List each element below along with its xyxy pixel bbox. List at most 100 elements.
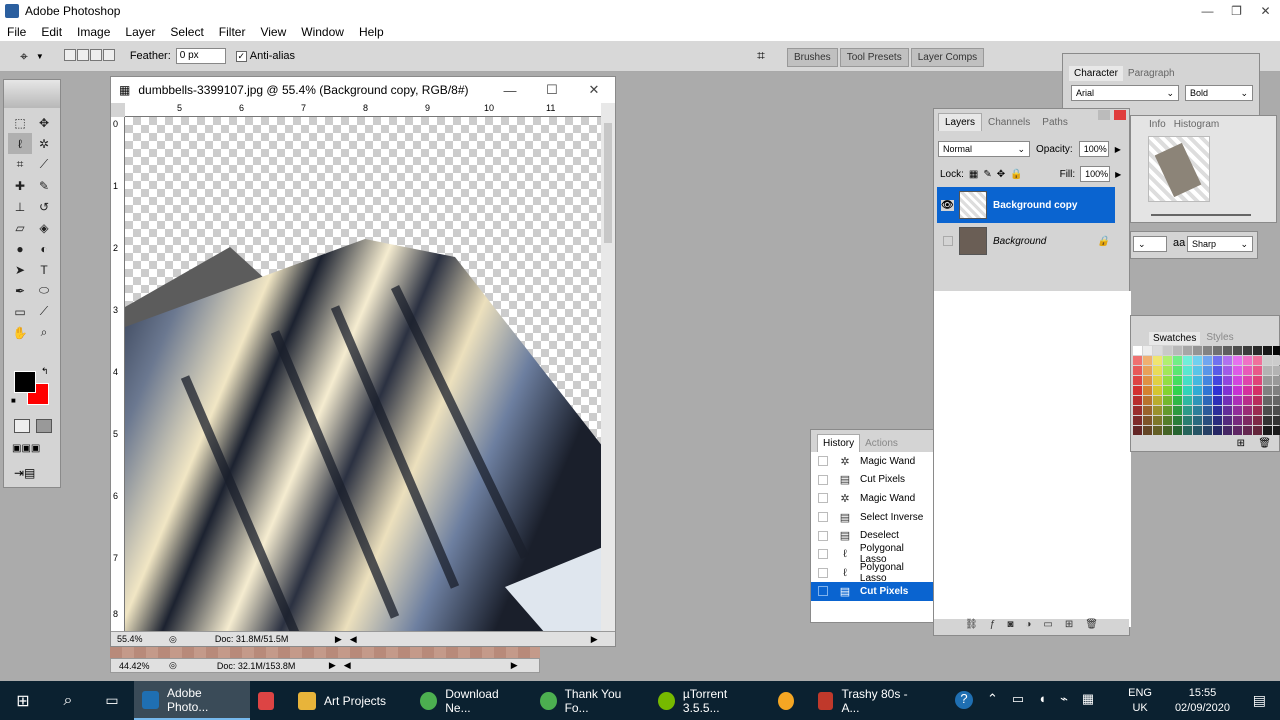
blend-mode-select[interactable]: Normal ⌄: [938, 141, 1030, 157]
menu-edit[interactable]: Edit: [34, 25, 70, 39]
color-swatch[interactable]: [1163, 346, 1172, 355]
color-swatch[interactable]: [1233, 406, 1242, 415]
color-swatch[interactable]: [1253, 366, 1262, 375]
color-swatch[interactable]: [1243, 396, 1252, 405]
color-swatch[interactable]: [1253, 356, 1262, 365]
color-swatch[interactable]: [1253, 386, 1262, 395]
antialias-checkbox[interactable]: ✓: [235, 50, 247, 62]
color-swatch[interactable]: [1263, 406, 1272, 415]
tab-character[interactable]: Character: [1069, 66, 1123, 81]
color-swatch[interactable]: [1203, 386, 1212, 395]
font-style-select[interactable]: Bold ⌄: [1185, 85, 1253, 101]
zoom-level[interactable]: 55.4%: [117, 634, 157, 644]
color-swatch[interactable]: [1183, 346, 1192, 355]
standard-mode-icon[interactable]: [14, 419, 30, 433]
menu-image[interactable]: Image: [70, 25, 118, 39]
color-swatch[interactable]: [1213, 366, 1222, 375]
swatch-grid[interactable]: [1133, 346, 1280, 435]
color-swatch[interactable]: [1223, 356, 1232, 365]
menu-help[interactable]: Help: [352, 25, 392, 39]
color-swatch[interactable]: [1203, 426, 1212, 435]
scroll-thumb[interactable]: [604, 123, 612, 243]
color-swatch[interactable]: [1183, 396, 1192, 405]
keyboard-icon[interactable]: ▦: [1082, 691, 1094, 709]
battery-icon[interactable]: ▭: [1012, 691, 1024, 709]
taskbar-item[interactable]: Trashy 80s - A...: [810, 681, 924, 720]
color-swatch[interactable]: [1203, 376, 1212, 385]
doc-minimize-button[interactable]: —: [489, 77, 531, 103]
color-swatch[interactable]: [1203, 416, 1212, 425]
history-item-selected[interactable]: ▤ Cut Pixels: [811, 582, 933, 601]
tab-paths[interactable]: Paths: [1036, 114, 1074, 131]
color-swatch[interactable]: [1133, 406, 1142, 415]
adjustment-layer-icon[interactable]: ◑: [1025, 619, 1031, 635]
dodge-tool-icon[interactable]: ◐: [32, 238, 56, 259]
menu-window[interactable]: Window: [294, 25, 352, 39]
layer-name[interactable]: Background copy: [993, 200, 1077, 211]
tab-layers[interactable]: Layers: [938, 113, 983, 131]
status-menu-icon[interactable]: ◎: [169, 634, 177, 645]
panel-minimize-button[interactable]: [1098, 110, 1110, 120]
color-swatch[interactable]: [1193, 386, 1202, 395]
color-swatch[interactable]: [1233, 346, 1242, 355]
color-swatch[interactable]: [1193, 356, 1202, 365]
color-swatch[interactable]: [1143, 376, 1152, 385]
color-swatch[interactable]: [1273, 346, 1280, 355]
leading-select[interactable]: ⌄: [1133, 236, 1167, 252]
crop-tool-icon[interactable]: ⌗: [8, 154, 32, 175]
menu-view[interactable]: View: [253, 25, 294, 39]
color-swatch[interactable]: [1163, 356, 1172, 365]
color-swatch[interactable]: [1243, 356, 1252, 365]
color-swatch[interactable]: [1183, 356, 1192, 365]
menu-filter[interactable]: Filter: [212, 25, 254, 39]
color-swatch[interactable]: [1193, 426, 1202, 435]
fill-input[interactable]: 100%: [1080, 166, 1111, 182]
color-swatch[interactable]: [1133, 426, 1142, 435]
color-swatch[interactable]: [1203, 406, 1212, 415]
tab-styles[interactable]: Styles: [1206, 332, 1233, 345]
history-item[interactable]: ✲ Magic Wand: [811, 489, 933, 508]
lock-transparency-icon[interactable]: ▦: [969, 169, 978, 180]
color-swatch[interactable]: [1243, 406, 1252, 415]
color-swatch[interactable]: [1173, 356, 1182, 365]
zoom-slider[interactable]: [1151, 214, 1251, 216]
panel-close-button[interactable]: [1114, 110, 1126, 120]
color-swatch[interactable]: [1183, 406, 1192, 415]
color-swatch[interactable]: [1173, 386, 1182, 395]
history-item[interactable]: ℓ Polygonal Lasso: [811, 562, 933, 584]
opacity-arrow-icon[interactable]: ▶: [1115, 145, 1121, 154]
color-swatch[interactable]: [1143, 406, 1152, 415]
vertical-scrollbar[interactable]: [601, 103, 615, 633]
color-swatch[interactable]: [1263, 396, 1272, 405]
color-swatch[interactable]: [1143, 356, 1152, 365]
color-swatch[interactable]: [1143, 416, 1152, 425]
tab-info[interactable]: Info: [1149, 119, 1166, 130]
color-swatch[interactable]: [1143, 366, 1152, 375]
layer-mask-icon[interactable]: ◙: [1007, 619, 1013, 635]
color-swatch[interactable]: [1273, 376, 1280, 385]
network-icon[interactable]: ⌁: [1060, 691, 1068, 709]
antialias-select[interactable]: Sharp ⌄: [1187, 236, 1253, 252]
new-selection-icon[interactable]: [63, 48, 76, 61]
taskbar-item[interactable]: Download Ne...: [412, 681, 532, 720]
color-swatch[interactable]: [1153, 366, 1162, 375]
color-swatch[interactable]: [1253, 406, 1262, 415]
color-swatch[interactable]: [1213, 396, 1222, 405]
color-swatch[interactable]: [1233, 386, 1242, 395]
marquee-tool-icon[interactable]: ⬚: [8, 112, 32, 133]
navigator-thumbnail[interactable]: [1148, 136, 1210, 202]
color-swatch[interactable]: [1183, 376, 1192, 385]
visibility-eye-icon[interactable]: 👁: [941, 199, 954, 211]
color-swatch[interactable]: [1163, 396, 1172, 405]
subtract-selection-icon[interactable]: [89, 48, 102, 61]
start-button[interactable]: ⊞: [0, 681, 46, 720]
lock-move-icon[interactable]: ✥: [997, 169, 1005, 180]
history-item[interactable]: ✲ Magic Wand: [811, 452, 933, 471]
jump-to-imageready-icon[interactable]: ⇥▤: [14, 466, 35, 480]
menu-layer[interactable]: Layer: [118, 25, 163, 39]
color-swatch[interactable]: [1213, 356, 1222, 365]
color-swatch[interactable]: [1243, 346, 1252, 355]
color-swatch[interactable]: [1173, 346, 1182, 355]
color-swatch[interactable]: [1173, 376, 1182, 385]
layer-name[interactable]: Background: [993, 236, 1097, 247]
